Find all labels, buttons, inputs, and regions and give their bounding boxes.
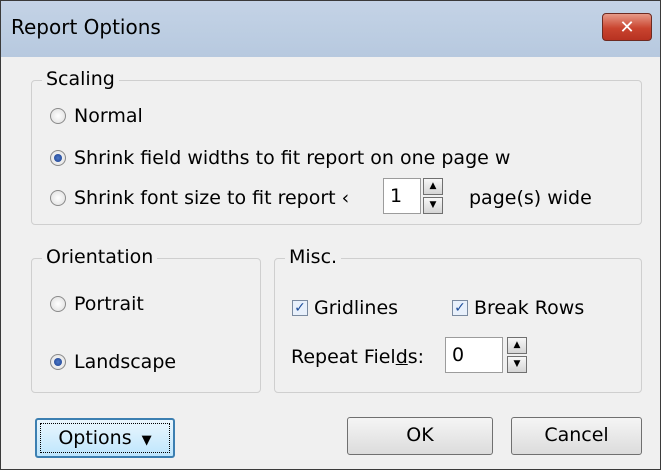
radio-portrait-label: Portrait xyxy=(74,293,144,315)
radio-shrink-font-size-label: Shrink font size to fit report ‹ xyxy=(74,187,350,209)
pages-wide-input[interactable]: 1 xyxy=(383,178,421,214)
repeat-fields-label-post: s: xyxy=(407,346,425,368)
close-icon[interactable]: ✕ xyxy=(602,13,652,41)
radio-portrait-indicator[interactable] xyxy=(50,296,66,312)
chevron-down-icon: ▼ xyxy=(141,433,152,448)
window-title: Report Options xyxy=(11,15,161,39)
checkbox-gridlines[interactable]: ✓ Gridlines xyxy=(292,297,398,319)
spin-down-icon[interactable]: ▼ xyxy=(423,197,443,214)
options-button[interactable]: Options ▼ xyxy=(35,418,175,458)
radio-normal-label: Normal xyxy=(74,105,143,127)
spin-up-icon[interactable]: ▲ xyxy=(507,337,527,354)
radio-shrink-field-widths-label: Shrink field widths to fit report on one… xyxy=(74,147,511,169)
gridlines-label: Gridlines xyxy=(314,297,399,319)
repeat-fields-spinner[interactable]: ▲ ▼ xyxy=(507,337,527,373)
radio-normal[interactable]: Normal xyxy=(50,105,143,127)
ok-button[interactable]: OK xyxy=(347,417,493,455)
scaling-legend: Scaling xyxy=(42,68,119,90)
cancel-button[interactable]: Cancel xyxy=(511,417,642,455)
pages-wide-suffix: page(s) wide xyxy=(469,187,592,209)
title-bar[interactable]: Report Options ✕ xyxy=(1,1,660,57)
repeat-fields-label-mnemonic: d xyxy=(395,346,408,368)
spin-up-icon[interactable]: ▲ xyxy=(423,178,443,195)
radio-landscape[interactable]: Landscape xyxy=(50,351,176,373)
misc-legend: Misc. xyxy=(285,246,342,268)
orientation-legend: Orientation xyxy=(42,246,158,268)
radio-shrink-field-widths[interactable]: Shrink field widths to fit report on one… xyxy=(50,147,510,169)
checkbox-break-rows[interactable]: ✓ Break Rows xyxy=(452,297,584,319)
gridlines-check-icon[interactable]: ✓ xyxy=(292,300,308,316)
radio-portrait[interactable]: Portrait xyxy=(50,293,144,315)
radio-landscape-indicator[interactable] xyxy=(50,354,66,370)
break-rows-check-icon[interactable]: ✓ xyxy=(452,300,468,316)
radio-landscape-label: Landscape xyxy=(74,351,177,373)
radio-shrink-field-widths-indicator[interactable] xyxy=(50,150,66,166)
break-rows-label: Break Rows xyxy=(474,297,585,319)
radio-shrink-font-size[interactable]: Shrink font size to fit report ‹ xyxy=(50,187,349,209)
spin-down-icon[interactable]: ▼ xyxy=(507,356,527,373)
repeat-fields-input[interactable]: 0 xyxy=(445,337,503,373)
radio-shrink-font-size-indicator[interactable] xyxy=(50,190,66,206)
pages-wide-spinner[interactable]: ▲ ▼ xyxy=(423,178,443,214)
radio-normal-indicator[interactable] xyxy=(50,108,66,124)
repeat-fields-label-pre: Repeat Fiel xyxy=(291,346,396,368)
repeat-fields-label: Repeat Fiel d s: xyxy=(291,346,424,368)
report-options-dialog: Report Options ✕ Scaling Normal Shrink f… xyxy=(0,0,661,470)
options-button-label: Options xyxy=(58,427,132,449)
